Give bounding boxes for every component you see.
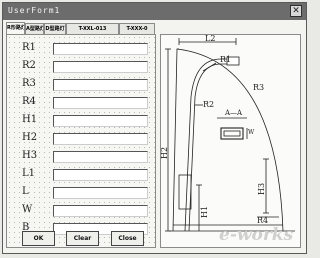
l1-field[interactable] — [53, 169, 148, 181]
param-row-l1: L1 — [7, 167, 157, 181]
param-row-r2: R2 — [7, 59, 157, 73]
dim-r1: R1 — [220, 55, 232, 64]
dim-l2: L2 — [205, 34, 216, 43]
param-label: L1 — [22, 168, 36, 179]
close-window-icon[interactable]: ✕ — [290, 5, 302, 17]
param-label: R1 — [22, 42, 36, 53]
param-row-r4: R4 — [7, 95, 157, 109]
window-title: UserForm1 — [8, 6, 61, 15]
title-bar[interactable]: UserForm1 ✕ — [3, 3, 306, 20]
w-field[interactable] — [53, 205, 148, 217]
param-row-r3: R3 — [7, 77, 157, 91]
param-label: R2 — [22, 60, 36, 71]
clear-button[interactable]: Clear — [66, 231, 99, 246]
dim-h3: H3 — [257, 182, 266, 195]
param-row-l: L — [7, 185, 157, 199]
h1-field[interactable] — [53, 115, 148, 127]
tab-d-lamp[interactable]: D型路灯 — [44, 23, 66, 34]
param-row-h2: H2 — [7, 131, 157, 145]
ok-button[interactable]: OK — [22, 231, 55, 246]
l-field[interactable] — [53, 187, 148, 199]
param-label: R4 — [22, 96, 36, 107]
param-label: H3 — [22, 150, 38, 161]
param-label: L — [22, 186, 29, 197]
param-row-h1: H1 — [7, 113, 157, 127]
dim-h2: H2 — [160, 146, 169, 159]
r2-field[interactable] — [53, 61, 148, 73]
param-row-r1: R1 — [7, 41, 157, 55]
param-label: H2 — [22, 132, 38, 143]
param-label: W — [22, 204, 33, 215]
tab-t-xxl-013[interactable]: T-XXL-013 — [66, 23, 119, 34]
tab-a-lamp[interactable]: A型路灯 — [25, 23, 44, 34]
tab-t-xxx-0[interactable]: T-XXX-0 — [119, 23, 155, 34]
lamp-drawing: L2 R1 R2 R3 A—A W H2 H3 H1 R4 — [160, 34, 301, 248]
close-button[interactable]: Close — [111, 231, 144, 246]
r4-field[interactable] — [53, 97, 148, 109]
r3-field[interactable] — [53, 79, 148, 91]
dim-r3: R3 — [253, 83, 265, 92]
dim-r2: R2 — [203, 100, 215, 109]
e-works-watermark: e-works — [219, 225, 294, 245]
param-label: H1 — [22, 114, 38, 125]
param-row-h3: H3 — [7, 149, 157, 163]
param-label: R3 — [22, 78, 36, 89]
r1-field[interactable] — [53, 43, 148, 55]
parameter-panel: R1 R2 R3 R4 H1 H2 H3 L1 L W B — [6, 34, 156, 248]
section-a-a: A—A — [225, 109, 243, 117]
tab-r-lamp[interactable]: R形路灯 — [6, 22, 25, 34]
dim-w: W — [248, 129, 255, 136]
dim-h1: H1 — [200, 205, 209, 218]
dim-r4: R4 — [257, 216, 269, 225]
lamp-pole-diagram — [165, 38, 295, 232]
h3-field[interactable] — [53, 151, 148, 163]
param-row-w: W — [7, 203, 157, 217]
h2-field[interactable] — [53, 133, 148, 145]
